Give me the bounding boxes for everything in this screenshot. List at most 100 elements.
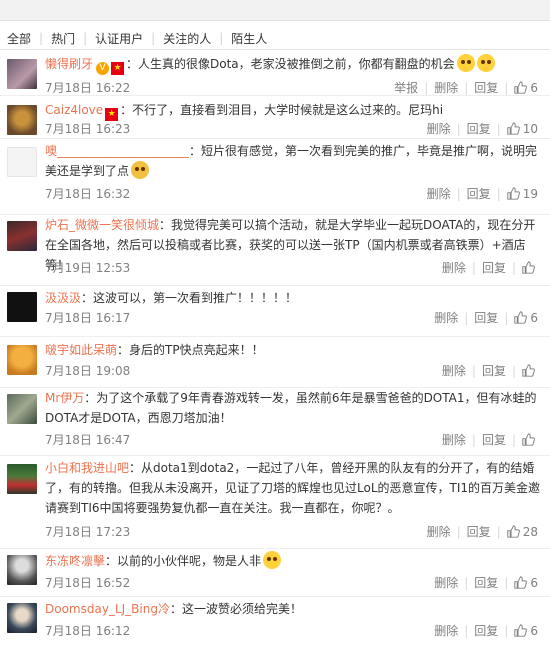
user-avatar[interactable] xyxy=(7,221,37,251)
comment-body: 东冻咚凛擊：以前的小伙伴呢，物是人非 xyxy=(45,551,544,571)
user-avatar[interactable] xyxy=(7,394,37,424)
user-avatar[interactable] xyxy=(7,345,37,375)
comment-actions: 删除 | 回复 | 6 xyxy=(428,309,538,326)
comment-item: 懒得刷牙 V ★ ：人生真的很像Dota，老家没被推倒之前，你都有翻盘的机会 7月18… xyxy=(0,50,550,96)
comment-body: 懒得刷牙 V ★ ：人生真的很像Dota，老家没被推倒之前，你都有翻盘的机会 xyxy=(45,54,544,75)
user-avatar[interactable] xyxy=(7,603,37,633)
comment-item: 东冻咚凛擊：以前的小伙伴呢，物是人非 7月18日 16:52 删除 | 回复 | 6 xyxy=(0,549,550,597)
reply-button[interactable]: 回复 xyxy=(461,185,497,202)
like-count: 6 xyxy=(530,575,538,590)
comment-filter-tabs: 全部 | 热门 | 认证用户 | 关注的人 | 陌生人 xyxy=(0,27,550,50)
comment-date: 7月18日 16:17 xyxy=(45,311,131,325)
comment-date: 7月19日 12:53 xyxy=(45,261,131,275)
report-button[interactable]: 举报 xyxy=(388,79,424,96)
like-count: 28 xyxy=(522,524,538,539)
thumbs-up-icon xyxy=(514,624,528,637)
reply-button[interactable]: 回复 xyxy=(476,431,512,448)
like-button[interactable] xyxy=(516,364,538,377)
like-button[interactable] xyxy=(516,433,538,446)
tab-verified[interactable]: 认证用户 xyxy=(95,30,151,47)
comment-item: 炉石_微微一笑很倾城：我觉得完美可以搞个活动，就是大学毕业一起玩DOATA的，现… xyxy=(0,215,550,286)
user-name[interactable]: 噢______________________ xyxy=(45,144,189,158)
like-button[interactable]: 19 xyxy=(501,187,538,201)
divider: | xyxy=(39,31,44,45)
comment-actions: 删除 | 回复 | 19 xyxy=(421,185,538,202)
sad-emoji-icon xyxy=(263,551,282,569)
delete-button[interactable]: 删除 xyxy=(428,79,464,96)
user-name[interactable]: Mr伊万 xyxy=(45,391,84,405)
like-button[interactable]: 6 xyxy=(508,311,538,325)
user-name[interactable]: 炉石_微微一笑很倾城 xyxy=(45,218,159,232)
like-button[interactable]: 6 xyxy=(508,624,538,638)
like-button[interactable]: 6 xyxy=(508,576,538,590)
comment-date: 7月18日 16:52 xyxy=(45,576,131,590)
reply-button[interactable]: 回复 xyxy=(476,259,512,276)
tab-hot[interactable]: 热门 xyxy=(51,30,83,47)
reply-button[interactable]: 回复 xyxy=(476,362,512,379)
like-button[interactable]: 10 xyxy=(501,122,538,136)
comment-body: 小白和我进山吧：从dota1到dota2，一起过了八年，曾经开黑的队友有的分开了… xyxy=(45,458,544,518)
delete-button[interactable]: 删除 xyxy=(421,120,457,137)
user-name[interactable]: 懒得刷牙 xyxy=(45,57,93,71)
thumbs-up-icon xyxy=(514,311,528,324)
thumbs-up-icon xyxy=(507,187,520,200)
tab-following[interactable]: 关注的人 xyxy=(163,30,219,47)
delete-button[interactable]: 删除 xyxy=(436,259,472,276)
delete-button[interactable]: 删除 xyxy=(428,309,464,326)
tab-all[interactable]: 全部 xyxy=(7,30,39,47)
like-button[interactable] xyxy=(516,261,538,274)
like-button[interactable]: 6 xyxy=(508,81,538,95)
user-avatar[interactable] xyxy=(7,147,37,177)
thumbs-up-icon xyxy=(507,525,520,538)
delete-button[interactable]: 删除 xyxy=(436,362,472,379)
comment-date: 7月18日 17:23 xyxy=(45,525,131,539)
reply-button[interactable]: 回复 xyxy=(468,622,504,639)
reply-button[interactable]: 回复 xyxy=(461,523,497,540)
user-avatar[interactable] xyxy=(7,105,37,135)
user-name[interactable]: 小白和我进山吧 xyxy=(45,461,129,475)
reply-button[interactable]: 回复 xyxy=(461,120,497,137)
user-avatar[interactable] xyxy=(7,464,37,494)
comment-body: Doomsday_LJ_Bing冷：这一波赞必须给完美！ xyxy=(45,599,544,619)
tab-strangers[interactable]: 陌生人 xyxy=(231,30,275,47)
reply-button[interactable]: 回复 xyxy=(468,574,504,591)
comment-body: Mr伊万：为了这个承载了9年青春游戏转一发，虽然前6年是暴雪爸爸的DOTA1，但… xyxy=(45,388,544,428)
comment-actions: 删除 | 回复 | 6 xyxy=(428,622,538,639)
top-bar xyxy=(0,0,550,21)
user-name[interactable]: Doomsday_LJ_Bing冷 xyxy=(45,602,170,616)
comment-text: ：身后的TP快点亮起来！！ xyxy=(117,343,264,357)
like-count: 6 xyxy=(530,80,538,95)
comment-item: Doomsday_LJ_Bing冷：这一波赞必须给完美！ 7月18日 16:12… xyxy=(0,597,550,645)
reply-button[interactable]: 回复 xyxy=(468,79,504,96)
user-name[interactable]: Caiz4love xyxy=(45,103,103,117)
comment-item: Caiz4love ★ ：不行了，直接看到泪目，大学时候就是这么过来的。尼玛hi 7… xyxy=(0,96,550,139)
like-button[interactable]: 28 xyxy=(501,525,538,539)
user-name[interactable]: 啵宇如此呆萌 xyxy=(45,343,117,357)
comment-actions: 举报 | 删除 | 回复 | 6 xyxy=(388,79,538,96)
user-avatar[interactable] xyxy=(7,555,37,585)
comment-text: ：以前的小伙伴呢，物是人非 xyxy=(105,554,262,568)
dog-emoji-icon xyxy=(131,161,150,179)
user-avatar[interactable] xyxy=(7,292,37,322)
user-avatar[interactable] xyxy=(7,59,37,89)
vip-icon[interactable]: V xyxy=(96,62,110,75)
delete-button[interactable]: 删除 xyxy=(428,574,464,591)
delete-button[interactable]: 删除 xyxy=(421,185,457,202)
comment-actions: 删除 | 回复 | xyxy=(436,259,538,276)
delete-button[interactable]: 删除 xyxy=(428,622,464,639)
user-name[interactable]: 东冻咚凛擊 xyxy=(45,554,105,568)
comment-text: ：这一波赞必须给完美！ xyxy=(169,602,302,616)
comment-date: 7月18日 16:23 xyxy=(45,122,131,136)
delete-button[interactable]: 删除 xyxy=(436,431,472,448)
delete-button[interactable]: 删除 xyxy=(421,523,457,540)
comment-item: 汲汲汲：这波可以，第一次看到推广！！！！！ 7月18日 16:17 删除 | 回复… xyxy=(0,286,550,337)
user-name[interactable]: 汲汲汲 xyxy=(45,291,81,305)
comment-date: 7月18日 16:47 xyxy=(45,433,131,447)
like-count: 10 xyxy=(522,121,538,136)
comment-text: ：人生真的很像Dota，老家没被推倒之前，你都有翻盘的机会 xyxy=(126,57,455,71)
reply-button[interactable]: 回复 xyxy=(468,309,504,326)
comment-text: ：这波可以，第一次看到推广！！！！！ xyxy=(81,291,298,305)
divider: | xyxy=(83,31,88,45)
comment-item: 噢______________________：短片很有感觉，第一次看到完美的推… xyxy=(0,139,550,215)
comment-date: 7月18日 16:32 xyxy=(45,187,131,201)
